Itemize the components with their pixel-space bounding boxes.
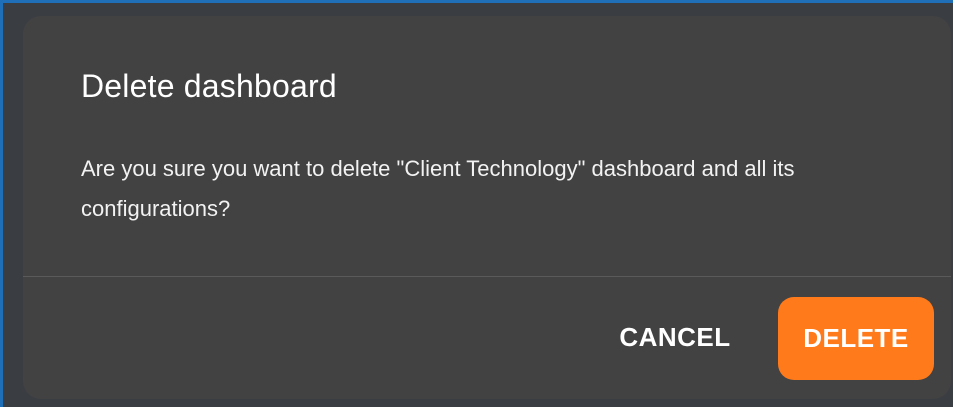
dialog-divider [23, 276, 951, 277]
dialog-message: Are you sure you want to delete "Client … [81, 156, 795, 221]
cancel-button[interactable]: CANCEL [601, 297, 749, 377]
app-background: Delete dashboard Are you sure you want t… [0, 0, 953, 407]
dialog-title: Delete dashboard [81, 68, 337, 104]
delete-button[interactable]: DELETE [778, 297, 934, 380]
delete-dashboard-dialog: Delete dashboard Are you sure you want t… [23, 16, 951, 399]
